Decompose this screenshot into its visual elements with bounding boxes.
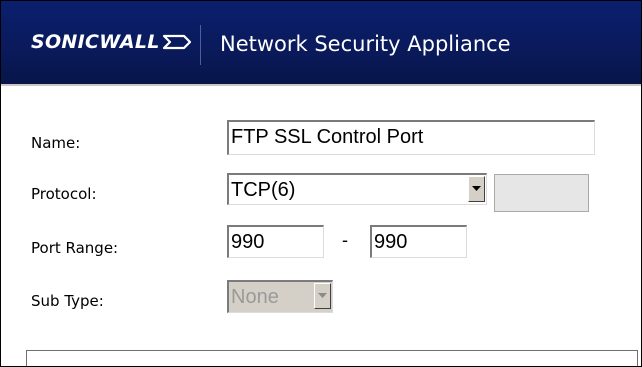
sub-type-select-value: None (231, 286, 279, 308)
port-range-start-value: 990 (231, 231, 265, 253)
chevron-down-icon (472, 186, 481, 191)
port-range-end-value: 990 (374, 231, 408, 253)
header-banner: SONICWALL Network Security Appliance (1, 1, 641, 84)
sub-type-label: Sub Type: (31, 292, 104, 310)
protocol-dropdown-button[interactable] (468, 176, 485, 202)
port-range-end-input[interactable]: 990 (370, 225, 467, 258)
header-divider (200, 25, 201, 65)
protocol-extra-field (494, 174, 589, 212)
protocol-select-value: TCP(6) (231, 179, 296, 201)
sub-type-select: None (227, 280, 333, 313)
lower-section-box (26, 350, 638, 366)
name-input-value: FTP SSL Control Port (231, 126, 424, 148)
port-range-label: Port Range: (31, 239, 119, 257)
sonicwall-logo: SONICWALL (31, 31, 192, 53)
chevron-down-icon (318, 293, 327, 298)
header-rule (1, 84, 641, 86)
protocol-select[interactable]: TCP(6) (227, 173, 487, 205)
dialog-frame: SONICWALL Network Security Appliance Nam… (0, 0, 642, 367)
port-range-start-input[interactable]: 990 (227, 225, 324, 258)
port-range-separator: - (342, 230, 348, 250)
protocol-label: Protocol: (31, 185, 97, 203)
logo-text: SONICWALL (31, 31, 160, 53)
name-label: Name: (31, 134, 81, 152)
product-title: Network Security Appliance (220, 32, 511, 56)
name-input[interactable]: FTP SSL Control Port (227, 120, 595, 155)
logo-swoosh-icon (162, 34, 191, 50)
sub-type-dropdown-button (314, 283, 331, 309)
